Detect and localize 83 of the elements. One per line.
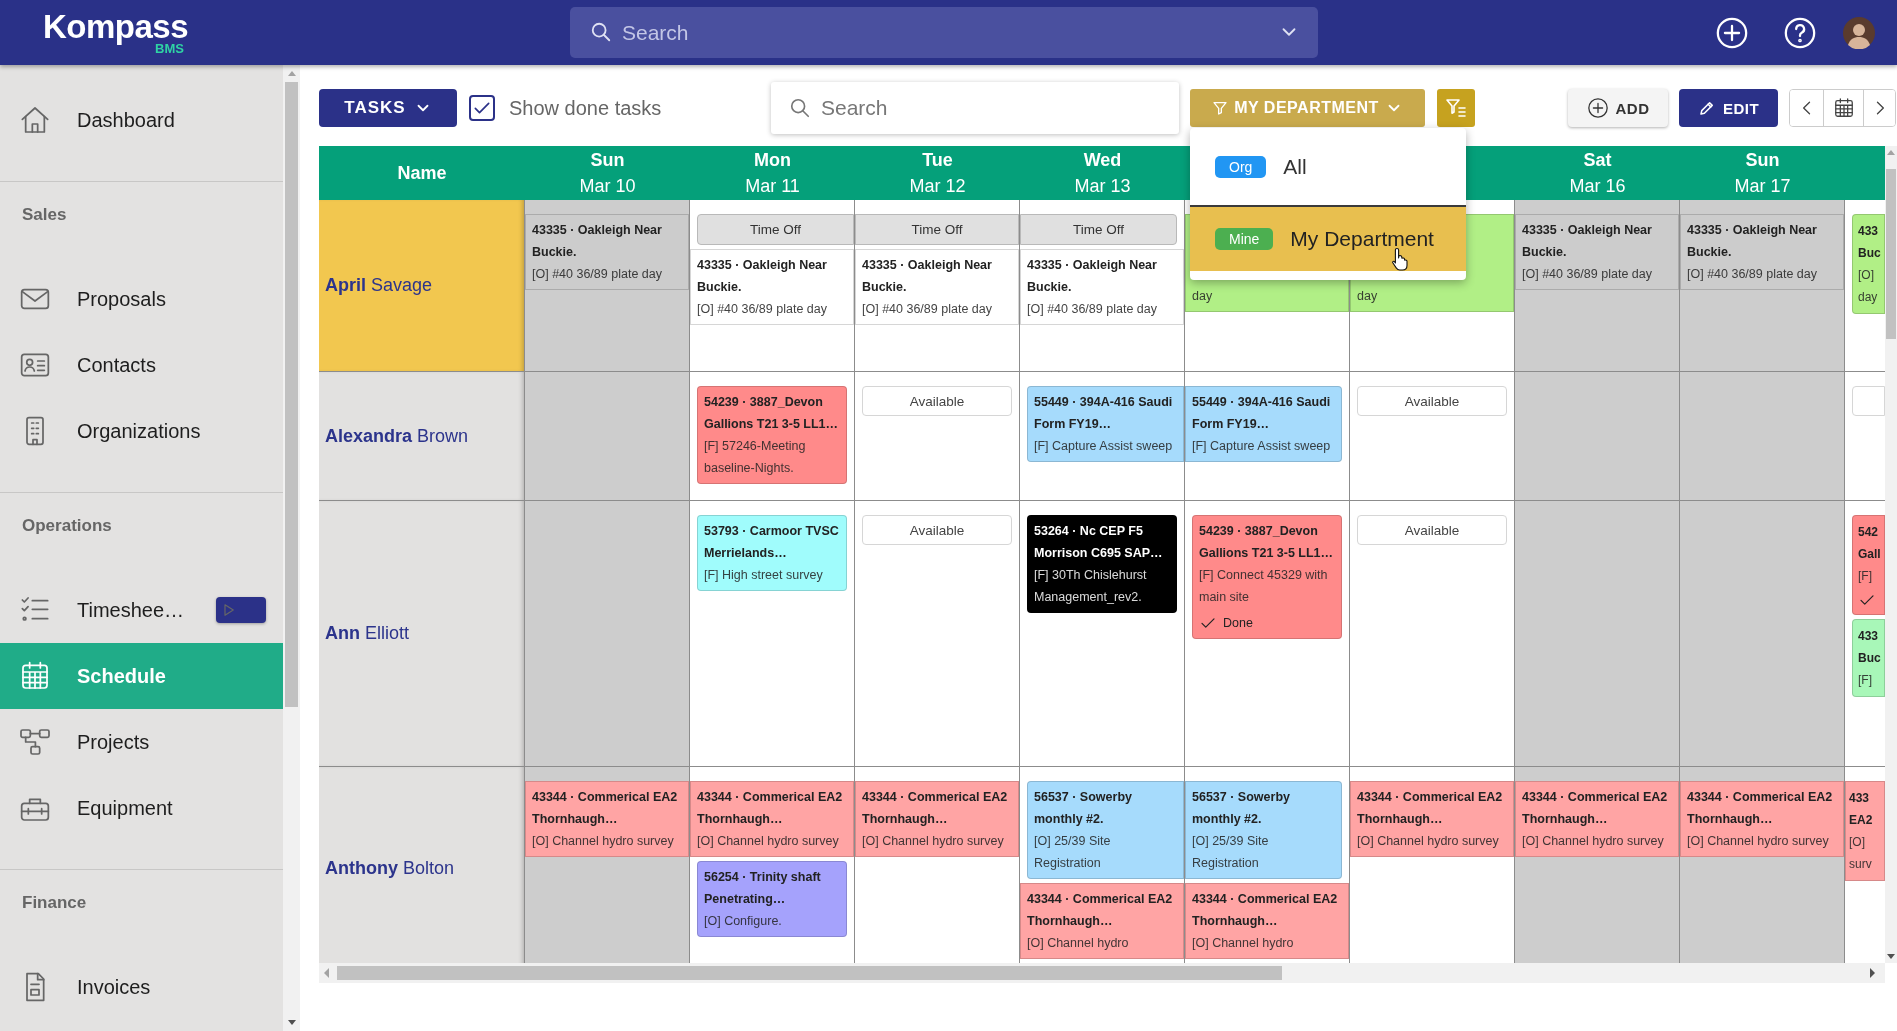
task-title: 56537 · Sowerby monthly #2. xyxy=(1034,789,1133,828)
task-title: 54239 · 3887_Devon Gallions T21 3-5 LL1… xyxy=(1199,523,1335,562)
task-title: 56537 · Sowerby monthly #2. xyxy=(1192,789,1291,828)
option-label: All xyxy=(1283,154,1307,179)
task-details: [O] Channel hydro survey xyxy=(697,833,840,850)
task-details: day xyxy=(1357,288,1379,305)
task-details: [O] Channel hydro xyxy=(1192,935,1295,952)
weekday-label: Wed xyxy=(1083,149,1122,172)
weekday-label: Mon xyxy=(754,149,791,172)
weekday-label: Sun xyxy=(1745,149,1780,172)
task-details: [O] #40 36/89 plate day xyxy=(1522,266,1653,283)
task-title: 43344 · Commerical EA2 Thornhaugh… xyxy=(1027,891,1174,930)
task-title: 55449 · 394A-416 Saudi Form FY19… xyxy=(1192,394,1332,433)
task-details: [O] Channel hydro survey xyxy=(532,833,675,850)
time-off-block: Time Off xyxy=(855,214,1019,245)
task-details: [O] day xyxy=(1858,267,1879,306)
task-title: 53264 · Nc CEP F5 Morrison C695 SAP… xyxy=(1034,523,1164,562)
weekday-label: Tue xyxy=(922,149,953,172)
task-details: [O] #40 36/89 plate day xyxy=(532,266,663,283)
time-off-block: Time Off xyxy=(1020,214,1177,245)
scope-tag: Org xyxy=(1215,155,1267,178)
date-label: Mar 16 xyxy=(1569,175,1626,198)
task-title: 56254 · Trinity shaft Penetrating… xyxy=(704,869,822,908)
status-label: Done xyxy=(1223,615,1253,632)
task-details: [O] #40 36/89 plate day xyxy=(862,301,993,318)
task-details: day xyxy=(1192,288,1214,305)
task-details: [F] Capture Assist sweep xyxy=(1034,438,1174,455)
task-title: 54239 · 3887_Devon Gallions T21 3-5 LL1… xyxy=(704,394,840,433)
weekday-label: Sun xyxy=(590,149,625,172)
option-label: My Department xyxy=(1290,227,1434,251)
task-title: 433 Buc xyxy=(1858,223,1882,262)
task-title: 43335 · Oakleigh Near Buckie. xyxy=(1027,257,1158,296)
task-title: 542 Gall xyxy=(1858,524,1882,563)
task-details: [O] Channel hydro survey xyxy=(862,833,1005,850)
task-title: 43335 · Oakleigh Near Buckie. xyxy=(862,257,993,296)
task-details: [F] High street survey xyxy=(704,567,824,584)
task-title: 43344 · Commerical EA2 Thornhaugh… xyxy=(697,789,844,828)
task-details: [O] surv xyxy=(1849,834,1873,873)
scope-tag: Mine xyxy=(1215,228,1274,250)
task-details: [O] #40 36/89 plate day xyxy=(1687,266,1818,283)
task-title: 43335 · Oakleigh Near Buckie. xyxy=(532,222,663,261)
task-title: 43344 · Commerical EA2 Thornhaugh… xyxy=(1687,789,1834,828)
date-label: Mar 12 xyxy=(909,175,966,198)
weekday-label: Sat xyxy=(1583,149,1612,172)
logo-subtext: BMS xyxy=(155,42,184,55)
time-off-block: Time Off xyxy=(697,214,854,245)
task-details: [F] Connect 45329 with main site xyxy=(1199,567,1329,606)
task-details: [O] Channel hydro xyxy=(1027,935,1130,952)
task-details: [O] Channel hydro survey xyxy=(1357,833,1500,850)
column-header: Name xyxy=(397,162,447,185)
section-heading: Finance xyxy=(21,892,88,914)
task-title: 43335 · Oakleigh Near Buckie. xyxy=(1522,222,1653,261)
task-title: 43335 · Oakleigh Near Buckie. xyxy=(697,257,828,296)
section-heading: Operations xyxy=(21,515,113,537)
task-title: 55449 · 394A-416 Saudi Form FY19… xyxy=(1034,394,1174,433)
task-details: [O] 25/39 Site Registration xyxy=(1192,833,1270,872)
task-title: 433 EA2 xyxy=(1849,790,1874,829)
date-label: Mar 17 xyxy=(1734,175,1791,198)
task-details: [F] xyxy=(1858,568,1873,585)
task-details: [O] #40 36/89 plate day xyxy=(1027,301,1158,318)
task-details: [F] xyxy=(1858,672,1873,689)
task-details: [F] 57246-Meeting baseline-Nights. xyxy=(704,438,807,477)
task-details: [F] Capture Assist sweep xyxy=(1192,438,1332,455)
task-details: [F] 30Th Chislehurst Management_rev2. xyxy=(1034,567,1148,606)
task-details: [O] Channel hydro survey xyxy=(1522,833,1665,850)
task-title: 43344 · Commerical EA2 Thornhaugh… xyxy=(1192,891,1339,930)
task-details: [O] #40 36/89 plate day xyxy=(697,301,828,318)
task-title: 53793 · Carmoor TVSC Merrielands… xyxy=(704,523,840,562)
task-title: 43344 · Commerical EA2 Thornhaugh… xyxy=(1357,789,1504,828)
task-details: [O] 25/39 Site Registration xyxy=(1034,833,1112,872)
date-label: Mar 13 xyxy=(1074,175,1131,198)
task-title: 43344 · Commerical EA2 Thornhaugh… xyxy=(862,789,1009,828)
date-label: Mar 11 xyxy=(745,175,800,198)
logo-text: Kompass xyxy=(42,10,188,43)
task-title: 43344 · Commerical EA2 Thornhaugh… xyxy=(1522,789,1669,828)
task-details: [O] Configure. xyxy=(704,913,783,930)
task-title: 433 Buc xyxy=(1858,628,1882,667)
task-title: 43344 · Commerical EA2 Thornhaugh… xyxy=(532,789,679,828)
task-title: 43335 · Oakleigh Near Buckie. xyxy=(1687,222,1818,261)
task-details: [O] Channel hydro survey xyxy=(1687,833,1830,850)
date-label: Mar 10 xyxy=(579,175,636,198)
section-heading: Sales xyxy=(21,204,68,226)
checkbox-label: Show done tasks xyxy=(509,96,662,120)
